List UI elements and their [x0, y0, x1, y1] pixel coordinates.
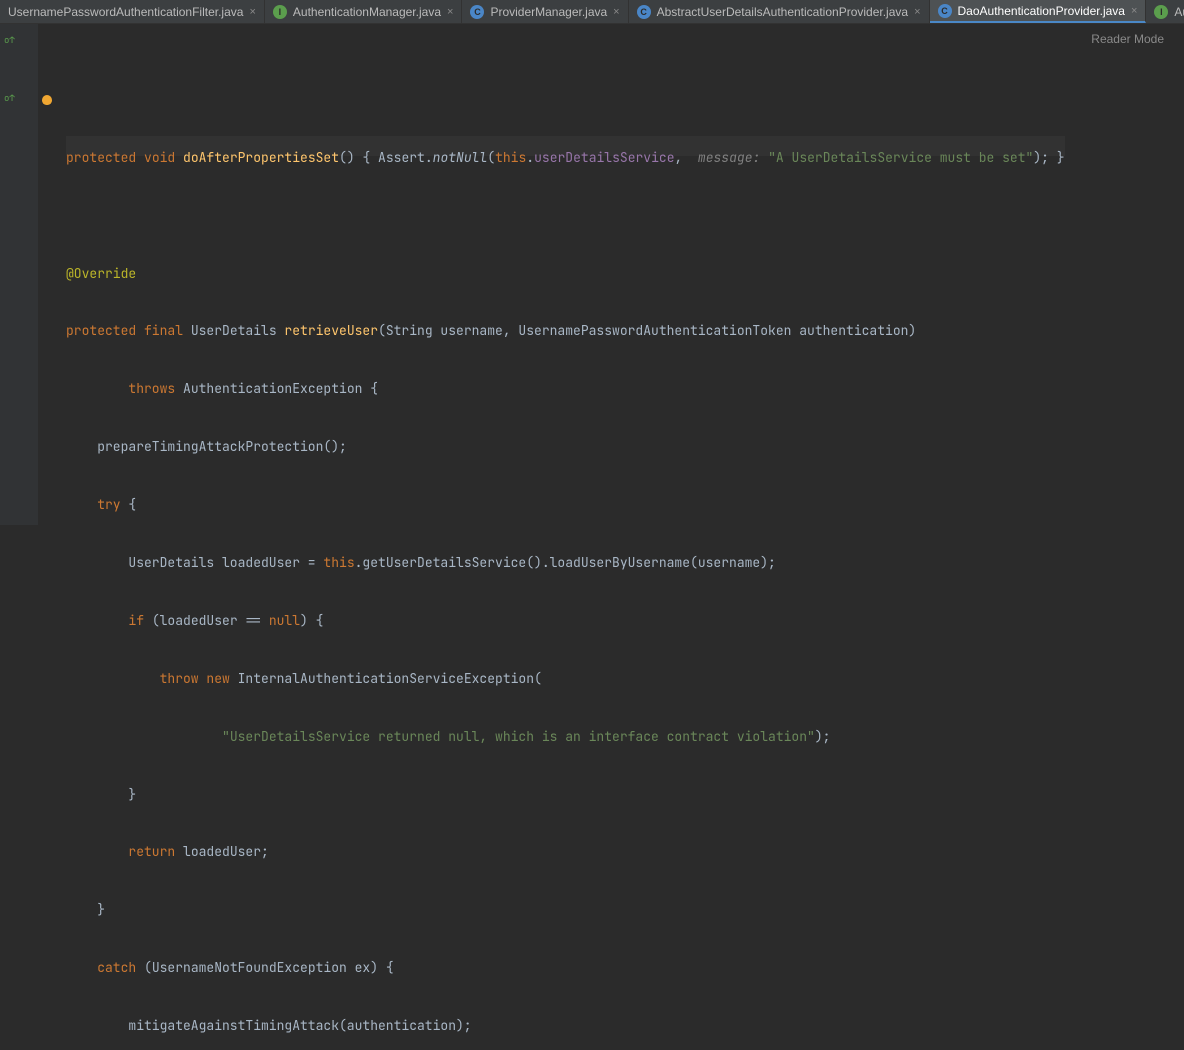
- close-icon[interactable]: ×: [1131, 5, 1137, 17]
- keyword: this: [323, 554, 354, 571]
- string: "A UserDetailsService must be set": [768, 149, 1033, 166]
- method-name: retrieveUser: [284, 322, 378, 339]
- close-icon[interactable]: ×: [249, 6, 255, 18]
- tab-label: AuthenticationManager.java: [293, 5, 441, 19]
- keyword: throws: [128, 380, 183, 397]
- inlay-hint: message:: [690, 149, 768, 166]
- tab-providermanager[interactable]: C ProviderManager.java ×: [462, 0, 628, 23]
- field: userDetailsService: [534, 149, 674, 166]
- override-marker-icon[interactable]: o↑: [4, 92, 15, 104]
- tab-label: DaoAuthenticationProvider.java: [958, 4, 1125, 18]
- code-text: }: [128, 786, 136, 803]
- code-text: .: [526, 149, 534, 166]
- code-text: mitigateAgainstTimingAttack(authenticati…: [128, 1017, 471, 1034]
- class-icon: C: [637, 5, 651, 19]
- editor-tabs: UsernamePasswordAuthenticationFilter.jav…: [0, 0, 1184, 24]
- close-icon[interactable]: ×: [914, 6, 920, 18]
- tab-label: AbstractUserDetailsAuthenticationProvide…: [657, 5, 908, 19]
- tab-label: UsernamePasswordAuthenticationFilter.jav…: [8, 5, 243, 19]
- type: UserDetails: [191, 322, 285, 339]
- tab-daoauthenticationprovider[interactable]: C DaoAuthenticationProvider.java ×: [930, 0, 1147, 23]
- editor-area: o↑ o↑ protected void doAfterPropertiesSe…: [0, 24, 1184, 525]
- code-text: (: [487, 149, 495, 166]
- gutter[interactable]: o↑ o↑: [0, 24, 38, 525]
- code-text: prepareTimingAttackProtection();: [97, 438, 347, 455]
- tab-usernamepasswordfilter[interactable]: UsernamePasswordAuthenticationFilter.jav…: [0, 0, 265, 23]
- code-editor[interactable]: protected void doAfterPropertiesSet() { …: [38, 24, 1065, 525]
- keyword: throw new: [160, 670, 238, 687]
- tab-label: ProviderManager.java: [490, 5, 607, 19]
- keyword: if: [128, 612, 151, 629]
- static-method: notNull: [433, 149, 488, 166]
- tab-label: Authenticat: [1174, 5, 1184, 19]
- method-name: doAfterPropertiesSet: [183, 149, 339, 166]
- code-text: () { Assert.: [339, 149, 433, 166]
- keyword: protected final: [66, 322, 191, 339]
- code-text: (UsernameNotFoundException ex) {: [144, 959, 394, 976]
- code-text: }: [97, 901, 105, 918]
- class-icon: C: [938, 4, 952, 18]
- close-icon[interactable]: ×: [447, 6, 453, 18]
- code-text: (loadedUser ==: [152, 612, 269, 629]
- code-text: loadedUser;: [183, 843, 269, 860]
- code-text: {: [128, 496, 136, 513]
- interface-icon: I: [1154, 5, 1168, 19]
- keyword: this: [495, 149, 526, 166]
- code-text: (String username, UsernamePasswordAuthen…: [378, 322, 916, 339]
- annotation: @Override: [66, 265, 136, 282]
- tab-abstractuserdetailsprovider[interactable]: C AbstractUserDetailsAuthenticationProvi…: [629, 0, 930, 23]
- code-text: ) {: [300, 612, 323, 629]
- code-text: );: [815, 728, 831, 745]
- code-text: ,: [675, 149, 691, 166]
- close-icon[interactable]: ×: [613, 6, 619, 18]
- keyword: protected: [66, 149, 144, 166]
- tab-authentication-truncated[interactable]: I Authenticat: [1146, 0, 1184, 23]
- keyword: try: [97, 496, 128, 513]
- reader-mode-button[interactable]: Reader Mode: [1091, 32, 1164, 46]
- code-text: InternalAuthenticationServiceException(: [238, 670, 542, 687]
- tab-authenticationmanager[interactable]: I AuthenticationManager.java ×: [265, 0, 463, 23]
- code-text: ); }: [1033, 149, 1064, 166]
- code-text: AuthenticationException {: [183, 380, 378, 397]
- code-text: .getUserDetailsService().loadUserByUsern…: [355, 554, 776, 571]
- keyword: return: [128, 843, 183, 860]
- override-marker-icon[interactable]: o↑: [4, 34, 15, 46]
- class-icon: C: [470, 5, 484, 19]
- keyword: catch: [97, 959, 144, 976]
- keyword: null: [269, 612, 300, 629]
- code-text: UserDetails loadedUser =: [128, 554, 323, 571]
- string: "UserDetailsService returned null, which…: [222, 728, 815, 745]
- keyword: void: [144, 149, 183, 166]
- interface-icon: I: [273, 5, 287, 19]
